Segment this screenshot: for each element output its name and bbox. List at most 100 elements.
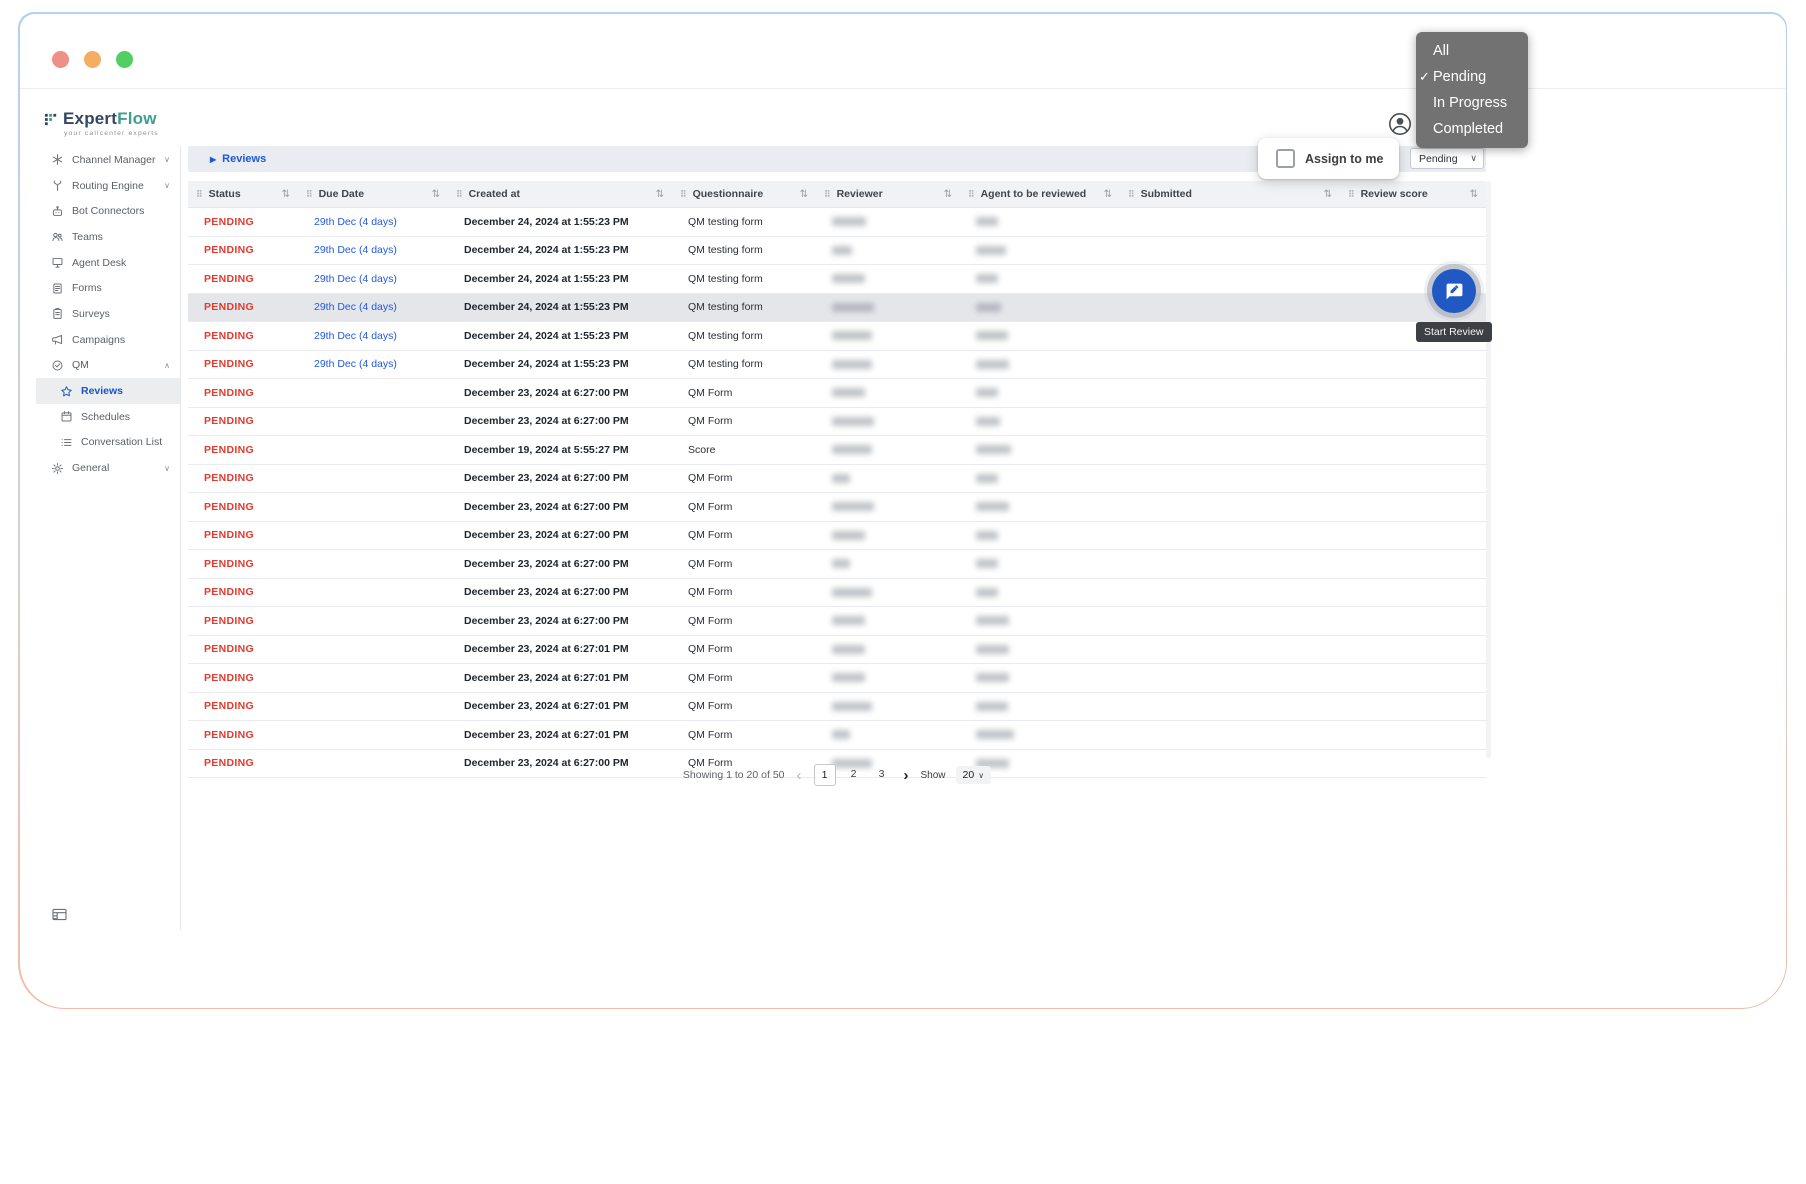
page-size-select[interactable]: 20 ∨ [955, 766, 992, 784]
table-row[interactable]: PENDING December 19, 2024 at 5:55:27 PM Sc… [188, 436, 1486, 465]
window-minimize-button[interactable] [84, 51, 101, 68]
sort-icon[interactable]: ⇅ [432, 189, 440, 200]
sidebar-item-reviews[interactable]: Reviews [36, 378, 180, 404]
drag-handle-icon[interactable]: ⠿ [1128, 189, 1135, 200]
drag-handle-icon[interactable]: ⠿ [1348, 189, 1355, 200]
window-zoom-button[interactable] [116, 51, 133, 68]
table-columns-icon[interactable] [52, 908, 67, 926]
table-row[interactable]: PENDING December 23, 2024 at 6:27:00 PM QM… [188, 379, 1486, 408]
assign-to-me-checkbox[interactable] [1276, 149, 1295, 168]
table-row[interactable]: PENDING December 23, 2024 at 6:27:01 PM QM… [188, 721, 1486, 750]
column-header-submitted[interactable]: ⠿ Submitted ⇅ [1120, 181, 1340, 207]
page-button-2[interactable]: 2 [844, 764, 864, 784]
sidebar-item-surveys[interactable]: Surveys [36, 301, 180, 327]
due-date-cell [298, 636, 448, 664]
table-row[interactable]: PENDING December 23, 2024 at 6:27:00 PM QM… [188, 578, 1486, 607]
table-row[interactable]: PENDING December 23, 2024 at 6:27:01 PM QM… [188, 635, 1486, 664]
window-close-button[interactable] [52, 51, 69, 68]
sort-icon[interactable]: ⇅ [1324, 189, 1332, 200]
column-header-review-score[interactable]: ⠿ Review score ⇅ [1340, 181, 1486, 207]
filter-option-in-progress[interactable]: In Progress [1416, 90, 1528, 116]
column-header-reviewer[interactable]: ⠿ Reviewer ⇅ [816, 181, 960, 207]
created-at-text: December 24, 2024 at 1:55:23 PM [464, 272, 629, 285]
sidebar-item-schedules[interactable]: Schedules [36, 404, 180, 430]
column-header-questionnaire[interactable]: ⠿ Questionnaire ⇅ [672, 181, 816, 207]
due-date-link[interactable]: 29th Dec (4 days) [314, 244, 397, 256]
table-scrollbar[interactable] [1486, 181, 1491, 758]
drag-handle-icon[interactable]: ⠿ [196, 189, 203, 200]
sidebar-item-forms[interactable]: Forms [36, 275, 180, 301]
table-row[interactable]: PENDING December 23, 2024 at 6:27:00 PM QM… [188, 493, 1486, 522]
agent-redacted [976, 473, 998, 483]
questionnaire-cell: QM Form [672, 550, 816, 578]
sidebar-item-label: Conversation List [81, 436, 163, 449]
column-header-status[interactable]: ⠿ Status ⇅ [188, 181, 298, 207]
status-filter-select[interactable]: Pending ∨ [1410, 148, 1484, 169]
table-row[interactable]: PENDING December 23, 2024 at 6:27:00 PM QM… [188, 464, 1486, 493]
sidebar-item-general[interactable]: General ∨ [36, 455, 180, 481]
sidebar-item-campaigns[interactable]: Campaigns [36, 327, 180, 353]
start-review-button[interactable] [1432, 269, 1476, 313]
due-date-link[interactable]: 29th Dec (4 days) [314, 216, 397, 228]
sidebar-item-teams[interactable]: Teams [36, 224, 180, 250]
column-header-created-at[interactable]: ⠿ Created at ⇅ [448, 181, 672, 207]
status-cell: PENDING [188, 351, 298, 379]
page-button-3[interactable]: 3 [872, 764, 892, 784]
reviewer-redacted [832, 331, 872, 341]
sidebar-item-label: Schedules [81, 410, 131, 423]
due-date-cell [298, 721, 448, 749]
status-cell: PENDING [188, 237, 298, 265]
column-header-agent-to-be-reviewed[interactable]: ⠿ Agent to be reviewed ⇅ [960, 181, 1120, 207]
drag-handle-icon[interactable]: ⠿ [456, 189, 463, 200]
created-at-text: December 24, 2024 at 1:55:23 PM [464, 358, 629, 371]
sort-icon[interactable]: ⇅ [656, 189, 664, 200]
table-row[interactable]: PENDING December 23, 2024 at 6:27:00 PM QM… [188, 407, 1486, 436]
sort-icon[interactable]: ⇅ [1470, 189, 1478, 200]
due-date-link[interactable]: 29th Dec (4 days) [314, 273, 397, 285]
due-date-link[interactable]: 29th Dec (4 days) [314, 358, 397, 370]
sidebar-item-channel-manager[interactable]: Channel Manager ∨ [36, 147, 180, 173]
due-date-cell: 29th Dec (4 days) [298, 351, 448, 379]
drag-handle-icon[interactable]: ⠿ [306, 189, 313, 200]
due-date-cell: 29th Dec (4 days) [298, 237, 448, 265]
table-row[interactable]: PENDING December 23, 2024 at 6:27:01 PM QM… [188, 692, 1486, 721]
table-row[interactable]: PENDING 29th Dec (4 days) December 24, 202… [188, 350, 1486, 379]
sort-icon[interactable]: ⇅ [800, 189, 808, 200]
table-row[interactable]: PENDING December 23, 2024 at 6:27:00 PM QM… [188, 521, 1486, 550]
previous-page-icon[interactable]: ‹ [795, 767, 804, 784]
table-row[interactable]: PENDING December 23, 2024 at 6:27:00 PM QM… [188, 550, 1486, 579]
user-avatar[interactable] [1388, 112, 1412, 136]
table-row[interactable]: PENDING 29th Dec (4 days) December 24, 202… [188, 293, 1486, 322]
table-row[interactable]: PENDING 29th Dec (4 days) December 24, 202… [188, 322, 1486, 351]
table-row[interactable]: PENDING 29th Dec (4 days) December 24, 202… [188, 236, 1486, 265]
filter-option-completed[interactable]: Completed [1416, 116, 1528, 142]
drag-handle-icon[interactable]: ⠿ [680, 189, 687, 200]
table-row[interactable]: PENDING 29th Dec (4 days) December 24, 202… [188, 265, 1486, 294]
sidebar-item-bot-connectors[interactable]: Bot Connectors [36, 198, 180, 224]
next-page-icon[interactable]: › [902, 767, 911, 784]
filter-option-pending[interactable]: ✓ Pending [1416, 64, 1528, 90]
sort-icon[interactable]: ⇅ [1104, 189, 1112, 200]
questionnaire-text: QM Form [688, 728, 733, 741]
column-header-due-date[interactable]: ⠿ Due Date ⇅ [298, 181, 448, 207]
agent-redacted [976, 502, 1009, 512]
agent-cell [960, 379, 1120, 407]
brand-tagline: your callcenter experts [64, 130, 159, 137]
review-score-cell [1340, 636, 1486, 664]
sidebar-item-agent-desk[interactable]: Agent Desk [36, 250, 180, 276]
drag-handle-icon[interactable]: ⠿ [968, 189, 975, 200]
page-button-1[interactable]: 1 [813, 764, 836, 786]
due-date-link[interactable]: 29th Dec (4 days) [314, 301, 397, 313]
table-row[interactable]: PENDING 29th Dec (4 days) December 24, 202… [188, 208, 1486, 237]
sidebar-item-routing-engine[interactable]: Routing Engine ∨ [36, 173, 180, 199]
sidebar-item-qm[interactable]: QM ∧ [36, 353, 180, 379]
due-date-link[interactable]: 29th Dec (4 days) [314, 330, 397, 342]
breadcrumb[interactable]: ▶ Reviews [210, 146, 266, 172]
sort-icon[interactable]: ⇅ [944, 189, 952, 200]
table-row[interactable]: PENDING December 23, 2024 at 6:27:01 PM QM… [188, 664, 1486, 693]
filter-option-all[interactable]: All [1416, 38, 1528, 64]
sort-icon[interactable]: ⇅ [282, 189, 290, 200]
drag-handle-icon[interactable]: ⠿ [824, 189, 831, 200]
table-row[interactable]: PENDING December 23, 2024 at 6:27:00 PM QM… [188, 607, 1486, 636]
sidebar-item-conversation-list[interactable]: Conversation List [36, 430, 180, 456]
